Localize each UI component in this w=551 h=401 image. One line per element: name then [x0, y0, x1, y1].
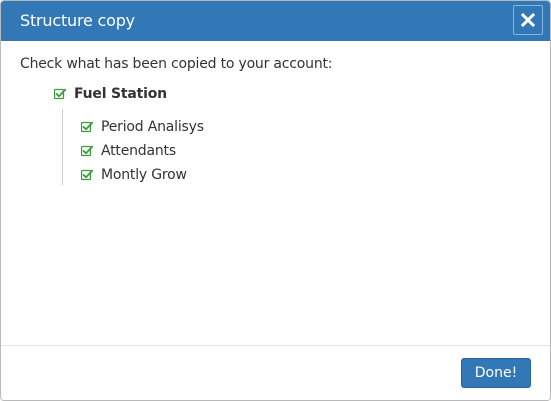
- dialog-title: Structure copy: [20, 11, 135, 30]
- tree-child-item: Period Analisys: [81, 115, 204, 139]
- tree-child-label: Attendants: [101, 143, 176, 159]
- check-square-icon: [81, 121, 93, 133]
- tree-child-item: Attendants: [81, 139, 204, 163]
- structure-copy-dialog: Structure copy Check what has been copie…: [0, 0, 551, 401]
- dialog-footer: Done!: [1, 345, 550, 400]
- check-square-icon: [81, 169, 93, 181]
- dialog-body: Check what has been copied to your accou…: [1, 41, 550, 345]
- tree-child-label: Period Analisys: [101, 119, 204, 135]
- close-button[interactable]: [513, 5, 543, 35]
- intro-text: Check what has been copied to your accou…: [20, 56, 333, 72]
- dialog-header: Structure copy: [1, 1, 550, 41]
- tree-child-label: Montly Grow: [101, 167, 187, 183]
- check-square-icon: [54, 88, 66, 100]
- done-button[interactable]: Done!: [461, 358, 531, 388]
- tree-branch-line: [62, 109, 63, 185]
- tree-children: Period Analisys Attendants Montly Grow: [81, 115, 204, 187]
- tree-root-item: Fuel Station: [54, 85, 167, 103]
- tree-child-item: Montly Grow: [81, 163, 204, 187]
- check-square-icon: [81, 145, 93, 157]
- tree-root-label: Fuel Station: [74, 86, 167, 102]
- close-icon: [521, 13, 535, 27]
